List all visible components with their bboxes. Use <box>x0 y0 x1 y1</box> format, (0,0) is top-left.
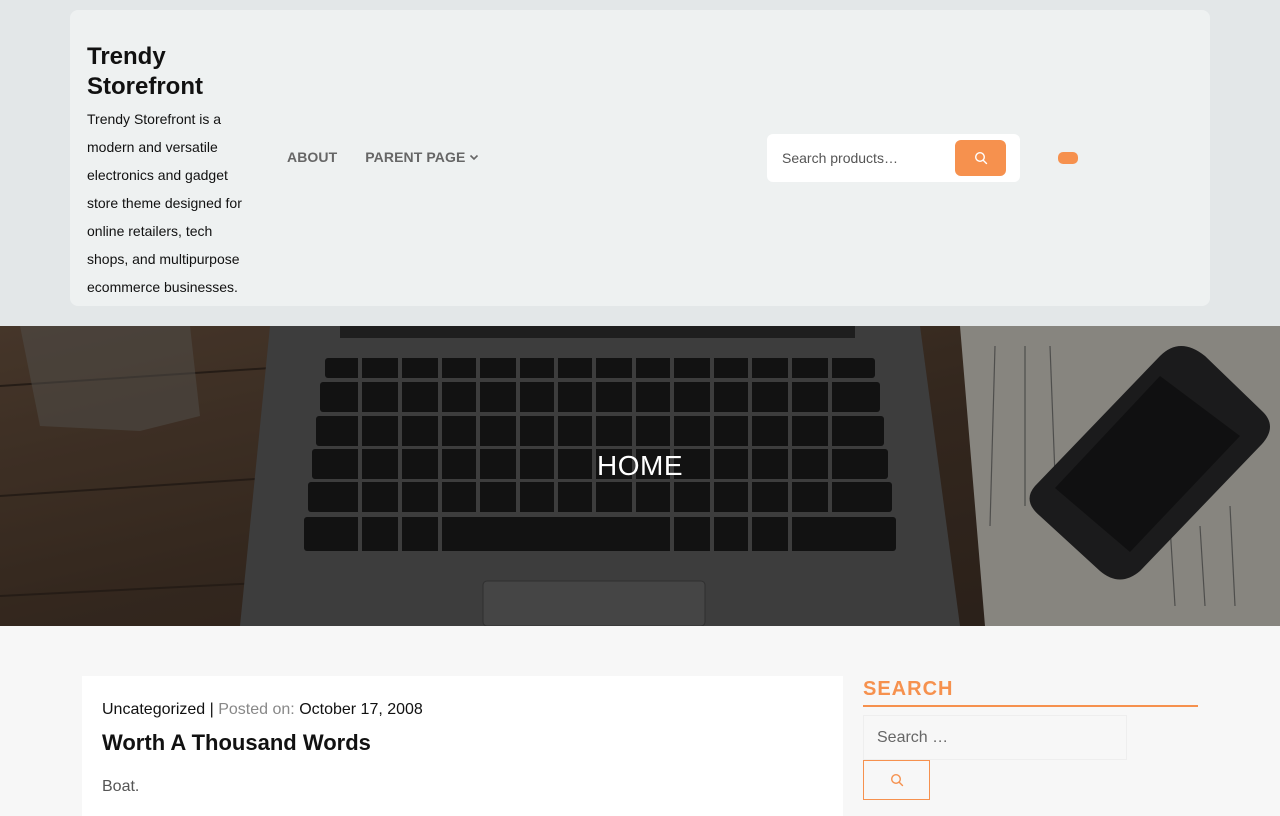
sidebar: SEARCH <box>863 676 1198 800</box>
product-search-button[interactable] <box>955 140 1006 176</box>
chevron-down-icon <box>470 154 479 161</box>
nav-item-about[interactable]: ABOUT <box>287 149 337 165</box>
hero-banner: HOME <box>0 326 1280 626</box>
site-header: Trendy Storefront Trendy Storefront is a… <box>70 10 1210 306</box>
main-navigation: ABOUT PARENT PAGE <box>287 149 479 165</box>
product-search-input[interactable] <box>767 134 962 182</box>
search-icon <box>890 773 903 787</box>
post-meta: Uncategorized | Posted on: October 17, 2… <box>102 701 423 719</box>
site-branding: Trendy Storefront Trendy Storefront is a… <box>87 42 252 301</box>
nav-item-label: ABOUT <box>287 149 338 165</box>
product-search-form <box>767 134 1020 182</box>
site-title[interactable]: Trendy Storefront <box>87 42 252 102</box>
meta-separator: | <box>209 701 214 718</box>
post-title[interactable]: Worth A Thousand Words <box>102 730 371 756</box>
nav-item-label: PARENT PAGE <box>365 149 466 165</box>
page-title: HOME <box>597 450 683 481</box>
search-icon <box>974 151 987 165</box>
site-tagline: Trendy Storefront is a modern and versat… <box>87 111 242 295</box>
posted-on-label: Posted on: <box>218 701 295 718</box>
post-excerpt: Boat. <box>102 778 140 795</box>
post-category-link[interactable]: Uncategorized <box>102 701 205 718</box>
post-date-link[interactable]: October 17, 2008 <box>299 701 423 718</box>
sidebar-search-input[interactable] <box>863 715 1127 760</box>
cart-toggle[interactable] <box>1058 152 1078 164</box>
nav-item-parent-page[interactable]: PARENT PAGE <box>365 149 479 165</box>
sidebar-search-button[interactable] <box>863 760 930 800</box>
post-card: Uncategorized | Posted on: October 17, 2… <box>82 676 843 816</box>
search-widget-title: SEARCH <box>863 676 1198 707</box>
